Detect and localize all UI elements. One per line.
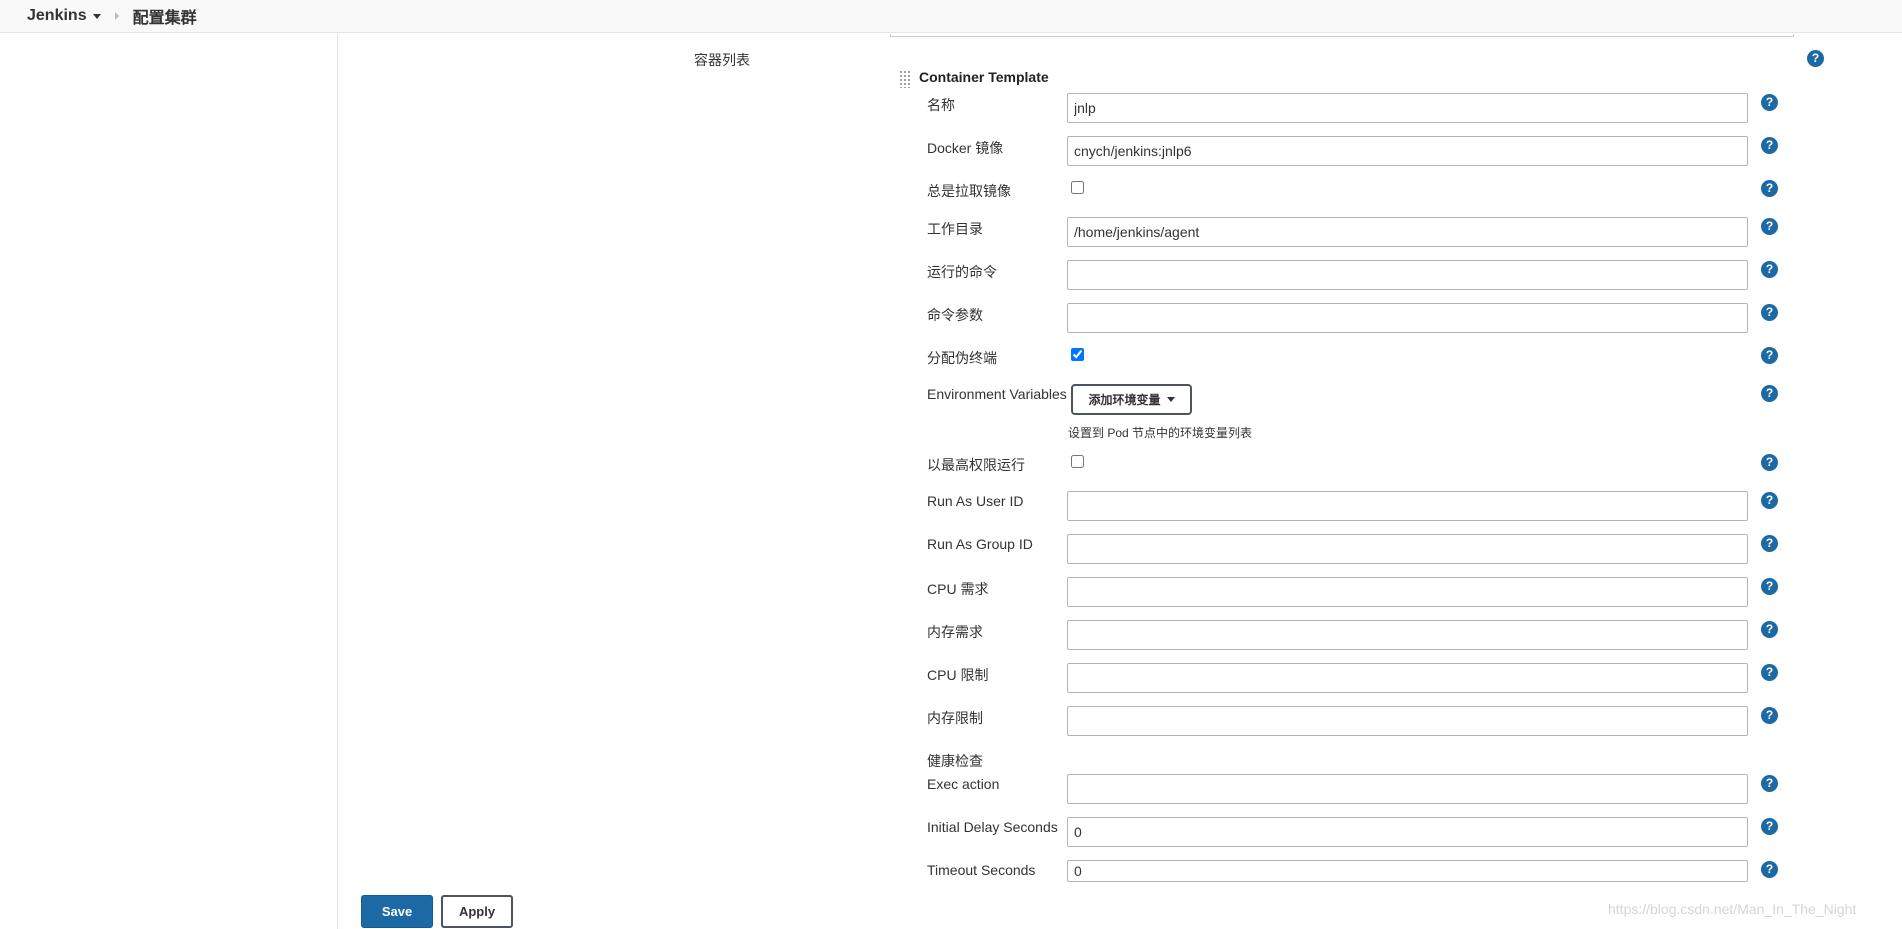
- chevron-down-icon[interactable]: [1166, 397, 1175, 402]
- memory-request-input[interactable]: [1067, 620, 1748, 650]
- help-icon[interactable]: ?: [1761, 818, 1778, 835]
- working-dir-label: 工作目录: [927, 221, 983, 237]
- timeout-label: Timeout Seconds: [927, 862, 1036, 878]
- breadcrumb-jenkins-label[interactable]: Jenkins: [27, 7, 87, 25]
- side-panel: [0, 34, 338, 929]
- command-label: 运行的命令: [927, 264, 997, 280]
- memory-limit-input[interactable]: [1067, 706, 1748, 736]
- help-icon[interactable]: ?: [1761, 218, 1778, 235]
- help-icon[interactable]: ?: [1761, 180, 1778, 197]
- cpu-request-label: CPU 需求: [927, 581, 989, 597]
- command-input[interactable]: [1067, 260, 1748, 290]
- working-dir-input[interactable]: [1067, 217, 1748, 247]
- help-icon[interactable]: ?: [1761, 454, 1778, 471]
- save-button[interactable]: Save: [361, 895, 433, 928]
- help-icon[interactable]: ?: [1807, 50, 1824, 67]
- help-icon[interactable]: ?: [1761, 775, 1778, 792]
- name-label: 名称: [927, 97, 955, 113]
- run-as-user-label: Run As User ID: [927, 493, 1024, 509]
- health-check-label: 健康检查: [927, 753, 983, 769]
- initial-delay-input[interactable]: [1067, 817, 1748, 847]
- name-input[interactable]: [1067, 93, 1748, 123]
- help-icon[interactable]: ?: [1761, 621, 1778, 638]
- help-icon[interactable]: ?: [1761, 492, 1778, 509]
- help-icon[interactable]: ?: [1761, 261, 1778, 278]
- help-icon[interactable]: ?: [1761, 861, 1778, 878]
- run-as-group-label: Run As Group ID: [927, 536, 1033, 552]
- previous-section-border: [890, 34, 1794, 37]
- breadcrumb-current[interactable]: 配置集群: [133, 4, 197, 28]
- run-as-user-input[interactable]: [1067, 491, 1748, 521]
- apply-button[interactable]: Apply: [441, 895, 513, 928]
- add-env-var-label[interactable]: 添加环境变量: [1088, 391, 1160, 408]
- exec-action-label: Exec action: [927, 776, 1000, 792]
- always-pull-checkbox[interactable]: [1071, 181, 1084, 194]
- help-icon[interactable]: ?: [1761, 94, 1778, 111]
- cpu-limit-input[interactable]: [1067, 663, 1748, 693]
- help-icon[interactable]: ?: [1761, 347, 1778, 364]
- memory-request-label: 内存需求: [927, 624, 983, 640]
- initial-delay-label: Initial Delay Seconds: [927, 819, 1058, 835]
- env-vars-hint: 设置到 Pod 节点中的环境变量列表: [1068, 426, 1253, 440]
- help-icon[interactable]: ?: [1761, 304, 1778, 321]
- breadcrumb-jenkins[interactable]: Jenkins: [27, 7, 101, 25]
- args-label: 命令参数: [927, 307, 983, 323]
- watermark: https://blog.csdn.net/Man_In_The_Night: [1608, 901, 1857, 917]
- help-icon[interactable]: ?: [1761, 578, 1778, 595]
- help-icon[interactable]: ?: [1761, 664, 1778, 681]
- help-icon[interactable]: ?: [1761, 137, 1778, 154]
- help-icon[interactable]: ?: [1761, 385, 1778, 402]
- docker-image-input[interactable]: [1067, 136, 1748, 166]
- help-icon[interactable]: ?: [1761, 707, 1778, 724]
- chevron-right-icon: [114, 12, 119, 20]
- always-pull-label: 总是拉取镜像: [927, 183, 1011, 199]
- exec-action-input[interactable]: [1067, 774, 1748, 804]
- run-as-group-input[interactable]: [1067, 534, 1748, 564]
- memory-limit-label: 内存限制: [927, 710, 983, 726]
- privileged-label: 以最高权限运行: [927, 457, 1025, 473]
- help-icon[interactable]: ?: [1761, 535, 1778, 552]
- breadcrumb: Jenkins 配置集群: [0, 0, 1902, 33]
- docker-image-label: Docker 镜像: [927, 140, 1004, 156]
- cpu-request-input[interactable]: [1067, 577, 1748, 607]
- tty-checkbox[interactable]: [1071, 348, 1084, 361]
- drag-handle-icon[interactable]: [899, 70, 911, 88]
- tty-label: 分配伪终端: [927, 350, 997, 366]
- args-input[interactable]: [1067, 303, 1748, 333]
- env-vars-label: Environment Variables: [927, 386, 1067, 402]
- chevron-down-icon[interactable]: [92, 13, 101, 19]
- container-template-title: Container Template: [919, 69, 1049, 85]
- timeout-input[interactable]: [1067, 860, 1748, 882]
- add-env-var-button[interactable]: 添加环境变量: [1071, 384, 1192, 415]
- privileged-checkbox[interactable]: [1071, 455, 1084, 468]
- container-list-label: 容器列表: [694, 52, 750, 68]
- cpu-limit-label: CPU 限制: [927, 667, 989, 683]
